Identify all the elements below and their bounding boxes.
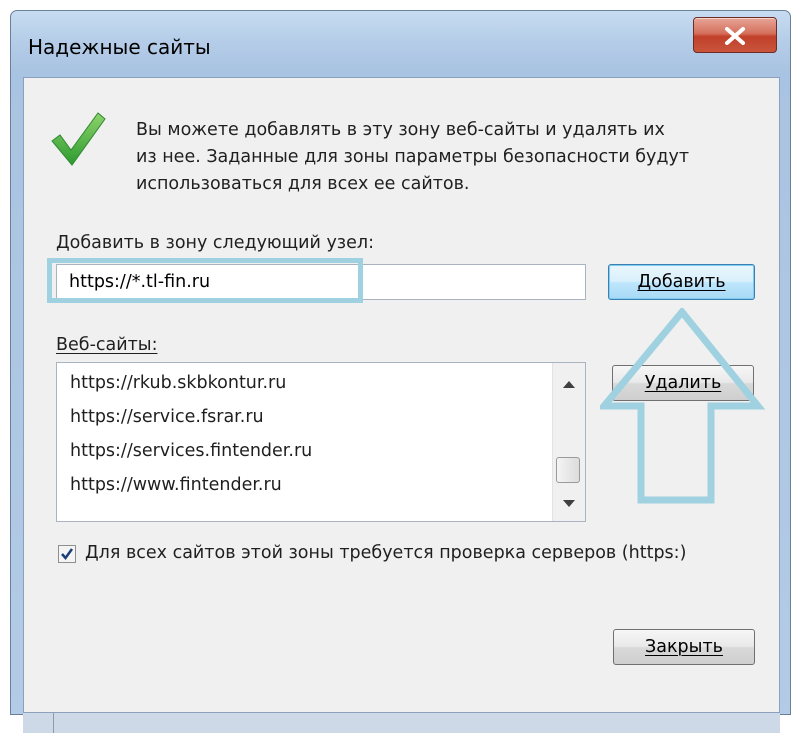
close-x-icon — [725, 27, 745, 45]
window-bottom-edge — [23, 713, 780, 733]
add-site-input[interactable] — [56, 264, 586, 300]
remove-button[interactable]: Удалить — [612, 365, 754, 401]
list-scrollbar[interactable] — [552, 363, 585, 521]
https-checkbox-label: Для всех сайтов этой зоны требуется пров… — [85, 543, 687, 563]
info-description: Вы можете добавлять в эту зону веб-сайты… — [136, 117, 756, 198]
scrollbar-thumb[interactable] — [556, 457, 580, 483]
https-checkbox[interactable] — [58, 545, 76, 563]
list-item[interactable]: https://services.fintender.ru — [70, 441, 312, 461]
list-item[interactable]: https://www.fintender.ru — [70, 475, 282, 495]
info-line: Вы можете добавлять в эту зону веб-сайты… — [136, 120, 665, 140]
checkmark-icon — [61, 548, 74, 561]
close-button[interactable]: Закрыть — [613, 629, 755, 665]
window-title: Надежные сайты — [28, 35, 211, 59]
window-divider — [53, 713, 54, 733]
list-item[interactable]: https://service.fsrar.ru — [70, 407, 264, 427]
list-item[interactable]: https://rkub.skbkontur.ru — [70, 373, 286, 393]
info-line: из нее. Заданные для зоны параметры безо… — [136, 147, 690, 167]
info-line: использоваться для всех ее сайтов. — [136, 174, 470, 194]
scroll-up-arrow-icon[interactable] — [562, 379, 576, 389]
green-checkmark-icon — [51, 112, 106, 166]
scroll-down-arrow-icon[interactable] — [562, 499, 576, 509]
add-zone-label: Добавить в зону следующий узел: — [56, 233, 374, 253]
websites-label: Веб-сайты: — [56, 335, 158, 355]
window-close-button[interactable] — [693, 17, 777, 53]
websites-list[interactable]: https://rkub.skbkontur.ru https://servic… — [56, 362, 586, 522]
add-button[interactable]: Добавить — [608, 264, 755, 300]
